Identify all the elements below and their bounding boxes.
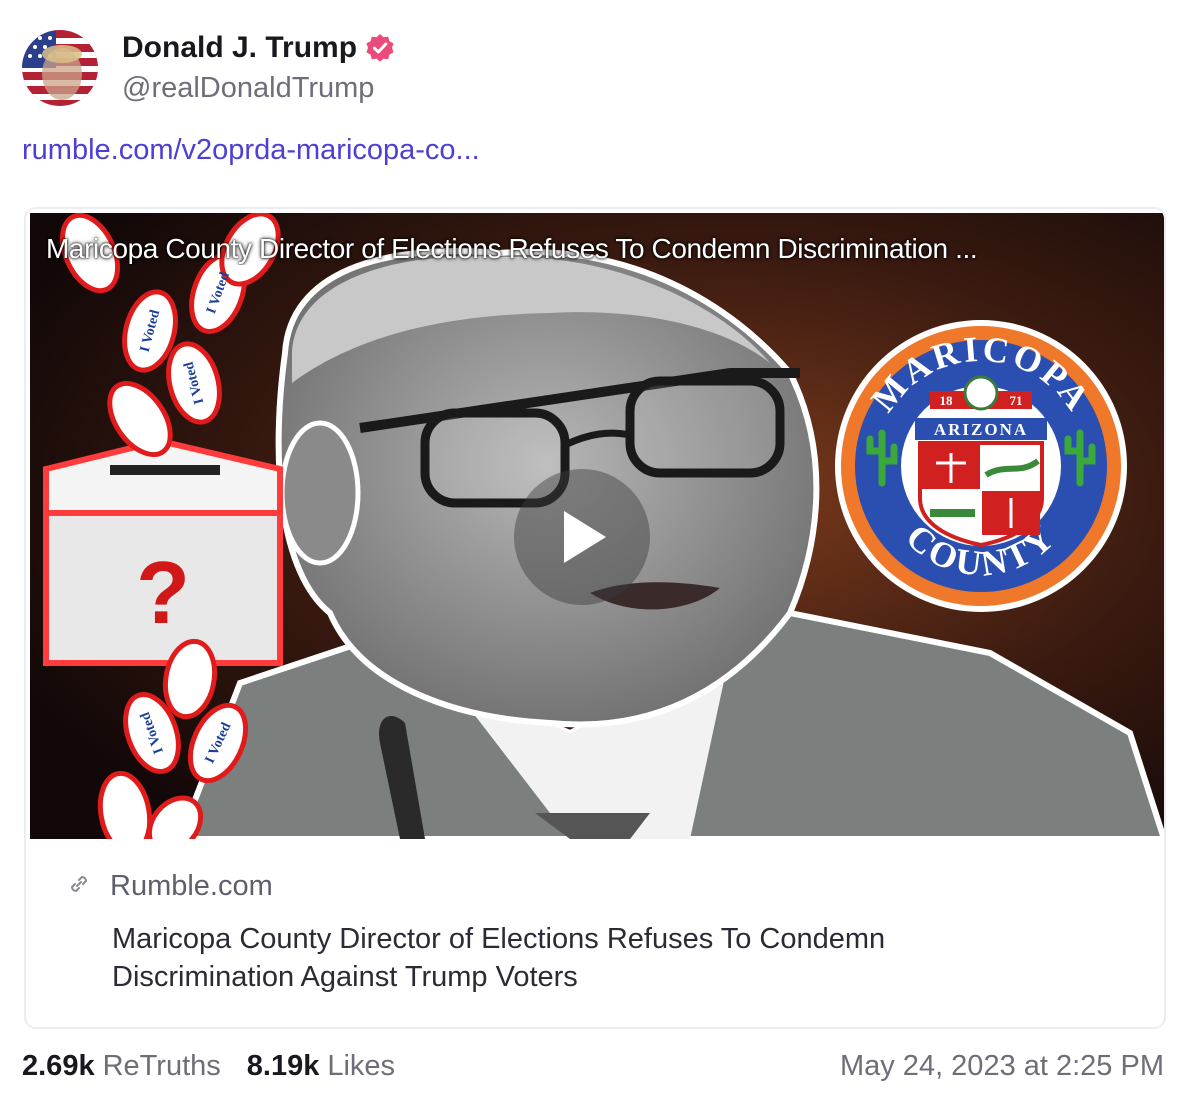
author-names: Donald J. Trump @realDonaldTrump [122, 30, 395, 106]
county-seal: MARICOPA COUNTY 18 71 ARIZONA [835, 320, 1127, 612]
verified-badge-icon [365, 33, 395, 63]
seal-band-text: ARIZONA [934, 420, 1028, 439]
play-icon [554, 507, 610, 567]
likes-count: 8.19k [246, 1050, 320, 1082]
seal-year-left: 18 [940, 393, 954, 408]
link-icon [64, 869, 94, 904]
post-stats: 2.69k ReTruths 8.19k Likes May 24, 2023 … [22, 1050, 1164, 1083]
post-link[interactable]: rumble.com/v2oprda-maricopa-co... [22, 134, 480, 167]
avatar[interactable] [22, 30, 98, 106]
author-display-name[interactable]: Donald J. Trump [122, 30, 395, 66]
retruths-stat[interactable]: 2.69k ReTruths [22, 1050, 221, 1083]
retruths-label: ReTruths [102, 1050, 221, 1082]
post-header: Donald J. Trump @realDonaldTrump [22, 28, 395, 108]
video-title: Maricopa County Director of Elections Re… [46, 233, 978, 264]
author-handle[interactable]: @realDonaldTrump [122, 70, 395, 106]
likes-label: Likes [327, 1050, 396, 1082]
retruths-count: 2.69k [22, 1050, 95, 1082]
link-card-meta: Rumble.com Maricopa County Director of E… [64, 869, 1134, 996]
link-source-row: Rumble.com [64, 869, 1134, 904]
likes-stat[interactable]: 8.19k Likes [247, 1050, 395, 1083]
video-thumbnail[interactable]: ? I Voted I Voted I Voted I Voted I Vote… [30, 213, 1164, 839]
ballot-box-question-mark: ? [136, 543, 190, 642]
author-display-name-text: Donald J. Trump [122, 31, 358, 64]
play-button[interactable] [514, 469, 650, 605]
link-preview-card[interactable]: ? I Voted I Voted I Voted I Voted I Vote… [24, 207, 1166, 1029]
link-source-domain[interactable]: Rumble.com [110, 870, 273, 903]
link-card-title[interactable]: Maricopa County Director of Elections Re… [112, 920, 1072, 996]
post-timestamp[interactable]: May 24, 2023 at 2:25 PM [840, 1050, 1164, 1083]
seal-year-right: 71 [1010, 393, 1023, 408]
